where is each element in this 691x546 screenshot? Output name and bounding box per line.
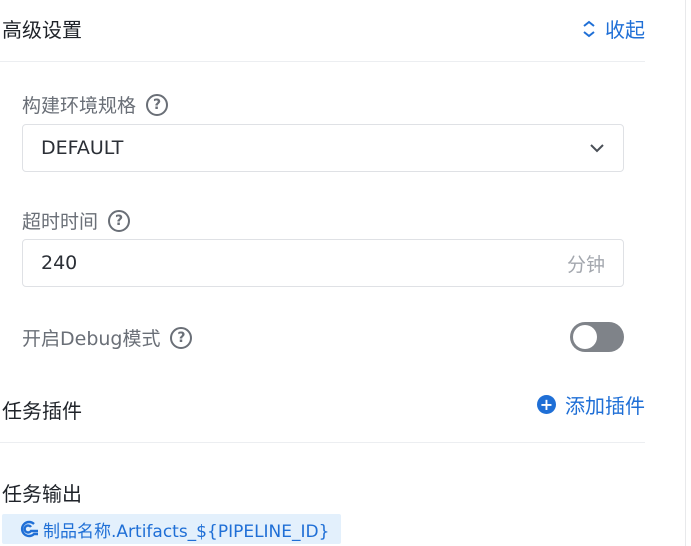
toggle-knob: [573, 325, 597, 349]
plugins-title: 任务插件: [2, 399, 82, 423]
help-icon[interactable]: ?: [146, 93, 169, 116]
collapse-button[interactable]: 收起: [581, 14, 645, 43]
timeout-label-text: 超时时间: [22, 211, 99, 233]
artifact-name: 制品名称.Artifacts_${PIPELINE_ID}: [43, 521, 330, 542]
build-env-select[interactable]: DEFAULT: [22, 124, 624, 172]
timeout-unit: 分钟: [566, 253, 605, 276]
chevrons-up-icon: [583, 20, 595, 37]
panel-edge: [685, 0, 686, 546]
help-icon[interactable]: ?: [108, 209, 131, 232]
add-plugin-button[interactable]: + 添加插件: [537, 390, 645, 419]
artifact-icon: [20, 520, 38, 538]
divider: [0, 61, 645, 62]
plus-circle-icon: +: [537, 395, 556, 414]
help-icon[interactable]: ?: [170, 326, 193, 349]
divider: [0, 442, 645, 443]
debug-label: 开启Debug模式 ?: [22, 324, 193, 351]
chevron-down-icon: [590, 144, 604, 153]
timeout-input[interactable]: 240 分钟: [22, 239, 624, 287]
outputs-title: 任务输出: [2, 482, 82, 506]
build-env-value: DEFAULT: [41, 137, 124, 159]
advanced-settings-title: 高级设置: [2, 18, 82, 42]
build-env-label-text: 构建环境规格: [22, 95, 137, 117]
collapse-label: 收起: [605, 18, 645, 42]
debug-label-text: 开启Debug模式: [22, 328, 161, 350]
artifact-tag[interactable]: 制品名称.Artifacts_${PIPELINE_ID}: [2, 514, 342, 544]
debug-toggle[interactable]: [570, 322, 624, 352]
build-env-label: 构建环境规格 ?: [22, 91, 169, 118]
timeout-label: 超时时间 ?: [22, 207, 131, 234]
add-plugin-label: 添加插件: [565, 394, 645, 418]
timeout-value: 240: [41, 252, 78, 274]
